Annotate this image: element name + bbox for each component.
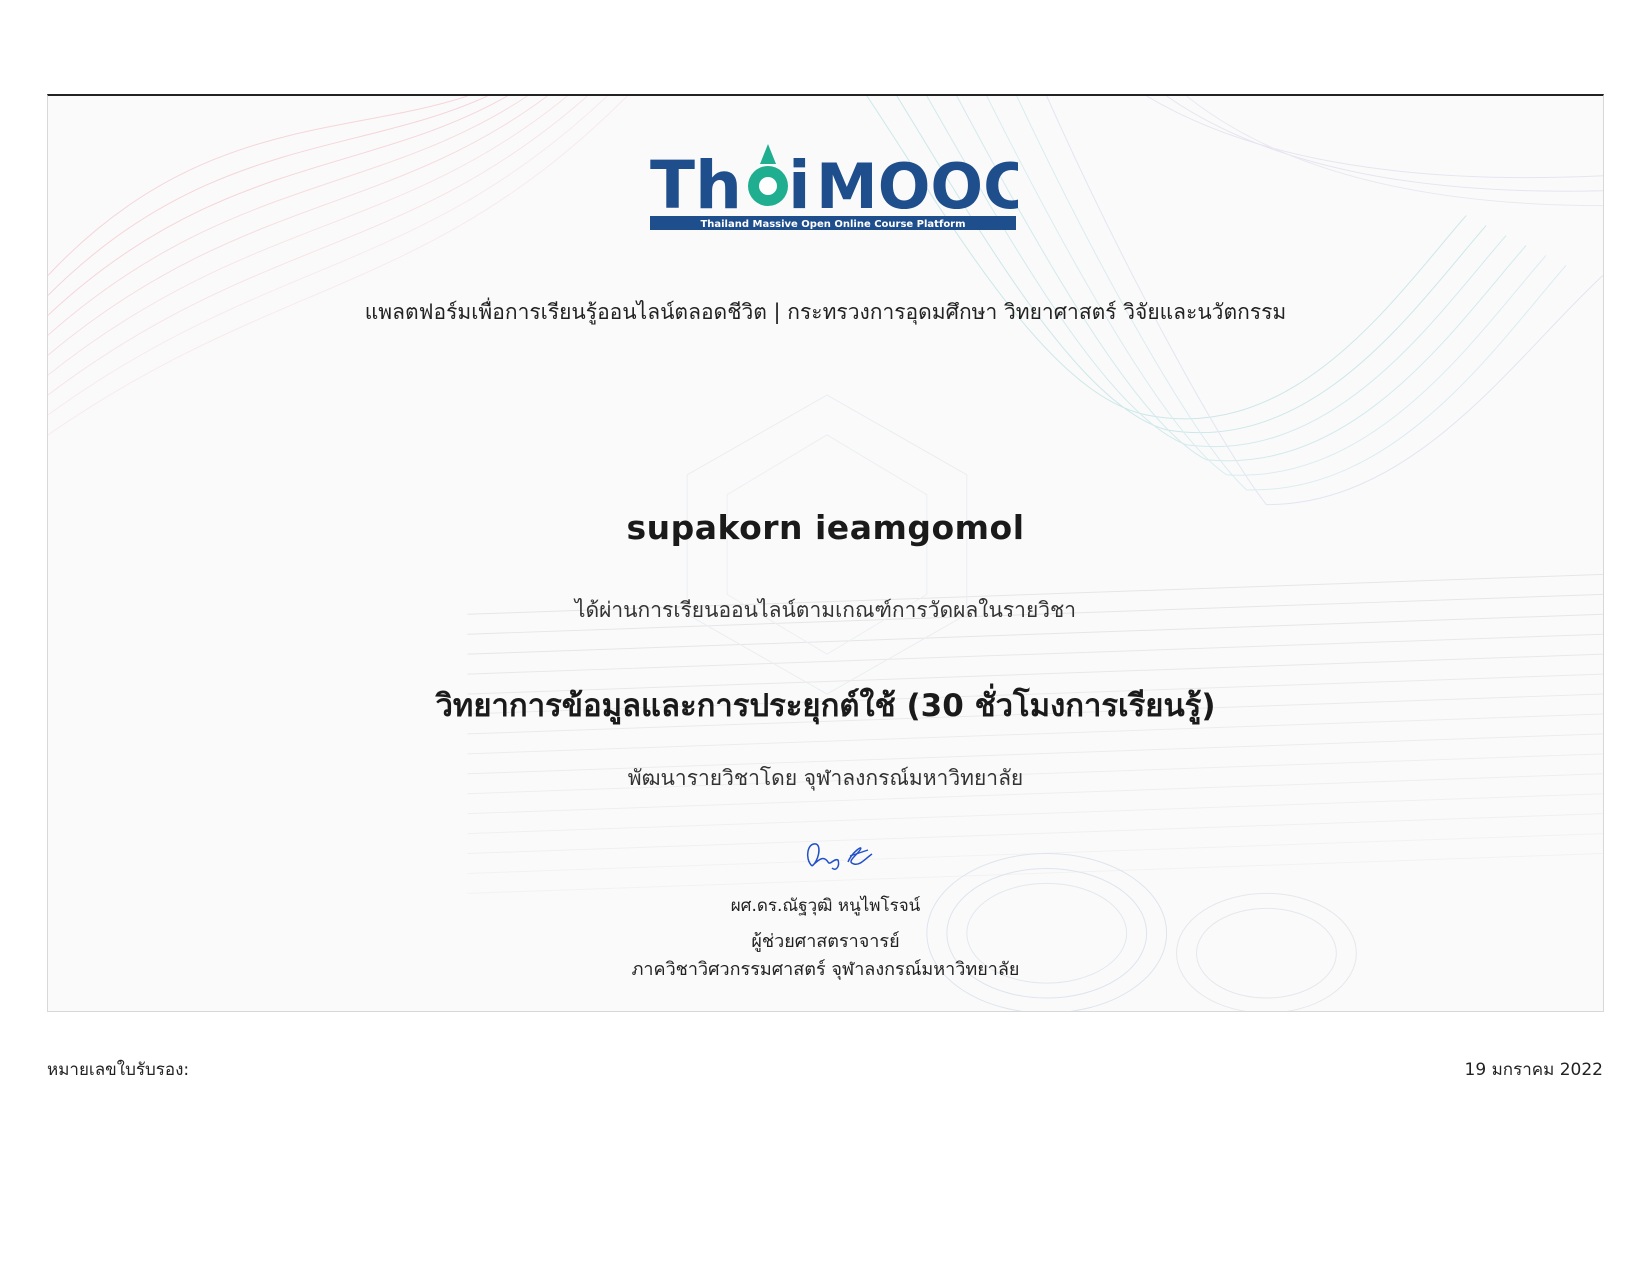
signer-name: ผศ.ดร.ณัฐวุฒิ หนูไพโรจน์ [730, 896, 921, 916]
course-title: วิทยาการข้อมูลและการประยุกต์ใช้ (30 ชั่ว… [435, 688, 1216, 724]
signer-position: ผู้ช่วยศาสตราจารย์ [751, 931, 900, 952]
issue-date: 19 มกราคม 2022 [1464, 1060, 1603, 1080]
developed-by: พัฒนารายวิชาโดย จุฬาลงกรณ์มหาวิทยาลัย [627, 766, 1024, 790]
recipient-name: supakorn ieamgomol [626, 508, 1025, 547]
svg-text:Thailand Massive Open Online C: Thailand Massive Open Online Course Plat… [700, 219, 965, 230]
certificate-panel: Th i MOOC Thailand Massive Open Online C… [47, 94, 1604, 1012]
certificate-number-label: หมายเลขใบรับรอง: [47, 1060, 190, 1080]
tagline: แพลตฟอร์มเพื่อการเรียนรู้ออนไลน์ตลอดชีวิ… [364, 300, 1287, 324]
completion-statement: ได้ผ่านการเรียนออนไลน์ตามเกณฑ์การวัดผลใน… [574, 598, 1077, 622]
signature-image [806, 843, 873, 871]
svg-text:i: i [788, 147, 811, 224]
thai-mooc-logo: Th i MOOC Thailand Massive Open Online C… [650, 144, 1018, 230]
svg-text:MOOC: MOOC [816, 150, 1018, 223]
signer-department: ภาควิชาวิศวกรรมศาสตร์ จุฬาลงกรณ์มหาวิทยา… [631, 959, 1020, 980]
svg-text:Th: Th [650, 147, 742, 224]
